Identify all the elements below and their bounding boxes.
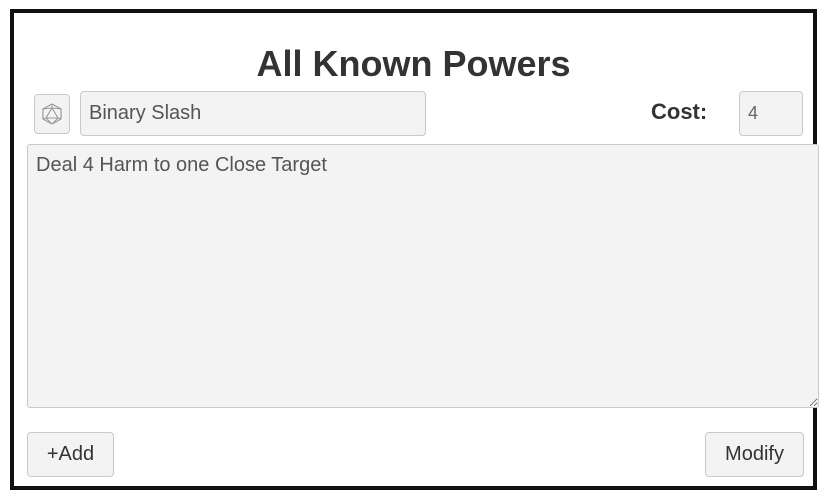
cost-input[interactable] xyxy=(739,91,803,136)
random-power-button[interactable] xyxy=(34,94,70,134)
power-name-input[interactable] xyxy=(80,91,426,136)
page-title: All Known Powers xyxy=(256,43,571,84)
power-description-textarea[interactable]: Deal 4 Harm to one Close Target xyxy=(27,144,819,408)
d20-dice-icon xyxy=(42,103,62,125)
modify-button[interactable]: Modify xyxy=(705,432,804,477)
add-button[interactable]: +Add xyxy=(27,432,114,477)
powers-panel: All Known Powers Cost: Deal 4 Harm to on… xyxy=(10,9,819,490)
cost-label: Cost: xyxy=(651,99,708,124)
